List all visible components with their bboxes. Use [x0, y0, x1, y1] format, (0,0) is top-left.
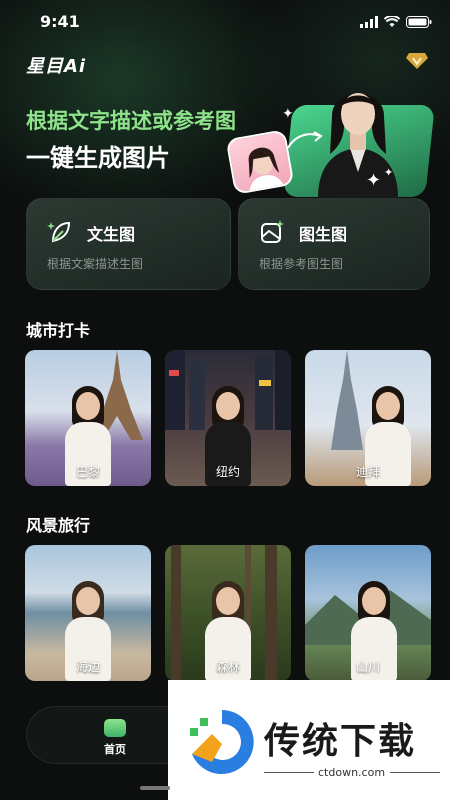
- photo-label: 山川: [355, 660, 380, 674]
- transform-arrow-icon: [287, 131, 323, 149]
- section-title-city: 城市打卡: [26, 321, 91, 340]
- photo-card-mountain[interactable]: 山川: [305, 545, 431, 681]
- photo-card-seaside[interactable]: 海边: [25, 545, 151, 681]
- home-indicator: [140, 786, 170, 790]
- hero-headline: 根据文字描述或参考图: [26, 109, 236, 133]
- tab-home-label: 首页: [104, 743, 126, 756]
- photo-card-newyork[interactable]: 纽约: [165, 350, 291, 486]
- skyscraper-image: [331, 350, 363, 450]
- photo-card-forest[interactable]: 森林: [165, 545, 291, 681]
- status-icons: [360, 16, 432, 28]
- photo-label: 迪拜: [355, 465, 380, 479]
- vip-diamond-icon[interactable]: [406, 52, 428, 70]
- watermark-overlay: 传统下载 ctdown.com: [168, 680, 450, 800]
- image-sparkle-icon: [261, 220, 284, 243]
- photo-label: 纽约: [215, 465, 240, 479]
- sparkle-icon: ✦: [366, 170, 382, 191]
- divider: [264, 772, 314, 773]
- battery-icon: [406, 16, 432, 28]
- image-to-image-subtitle: 根据参考图生图: [259, 257, 344, 271]
- text-to-image-title: 文生图: [87, 225, 136, 244]
- sparkle-icon: ✦: [282, 106, 294, 122]
- sparkle-icon: ✦: [384, 166, 394, 179]
- divider: [390, 772, 440, 773]
- hero-subheadline: 一键生成图片: [26, 144, 170, 172]
- leaf-pen-icon: [47, 221, 71, 243]
- image-to-image-title: 图生图: [299, 225, 348, 244]
- status-bar: 9:41: [0, 0, 450, 44]
- text-to-image-subtitle: 根据文案描述生图: [47, 257, 144, 271]
- watermark-brand: 传统下载: [264, 721, 417, 762]
- wifi-icon: [384, 16, 400, 27]
- photo-label: 巴黎: [75, 465, 100, 479]
- status-time: 9:41: [40, 12, 80, 31]
- photo-card-dubai[interactable]: 迪拜: [305, 350, 431, 486]
- home-icon: [104, 719, 126, 737]
- image-to-image-card[interactable]: 图生图 根据参考图生图: [238, 198, 430, 290]
- photo-label: 森林: [215, 660, 240, 674]
- section-title-scenery: 风景旅行: [26, 516, 91, 535]
- tab-home[interactable]: 首页: [95, 719, 135, 757]
- text-to-image-card[interactable]: 文生图 根据文案描述生图: [26, 198, 231, 290]
- photo-card-paris[interactable]: 巴黎: [25, 350, 151, 486]
- signal-icon: [360, 16, 378, 28]
- watermark-url: ctdown.com: [318, 766, 386, 779]
- watermark-logo-icon: [190, 710, 254, 774]
- app-logo: 星目Ai: [26, 56, 87, 77]
- photo-label: 海边: [75, 660, 100, 674]
